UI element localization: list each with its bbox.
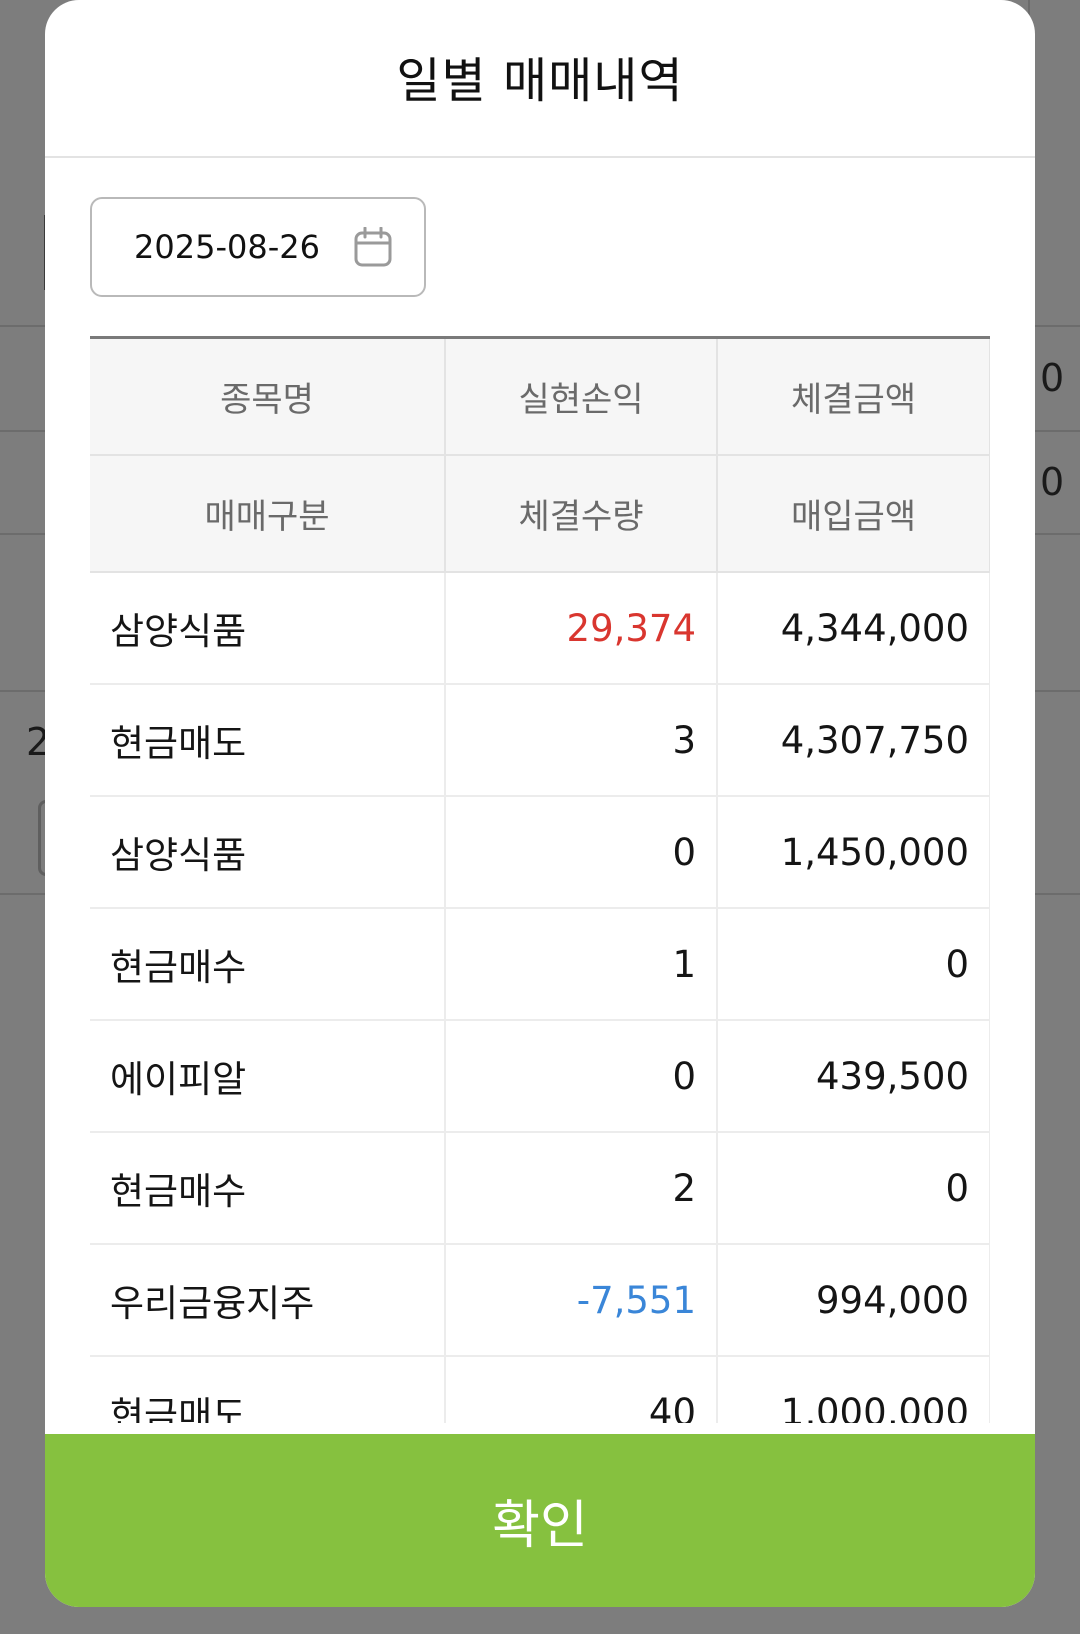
cell-name: 현금매도 [90,1355,446,1423]
trade-table: 종목명 실현손익 체결금액 매매구분 체결수량 매입금액 삼양식품 29,374 4… [90,336,990,1423]
table-row: 현금매도 40 1,000,000 [90,1355,990,1423]
cell-value: 29,374 [444,571,718,685]
cell-name: 삼양식품 [90,795,446,909]
modal-header: 일별 매매내역 [45,0,1035,158]
daily-trade-history-modal: 일별 매매내역 2025-08-26 종목명 실현손익 체결금액 매매구분 체결… [45,0,1035,1607]
cell-amount: 4,344,000 [716,571,990,685]
column-header: 체결수량 [444,454,718,573]
cell-value: 3 [444,683,718,797]
cell-value: 40 [444,1355,718,1423]
cell-amount: 0 [716,1131,990,1245]
cell-value: 1 [444,907,718,1021]
cell-value: 2 [444,1131,718,1245]
date-value: 2025-08-26 [134,228,320,266]
cell-name: 현금매수 [90,907,446,1021]
cell-value: -7,551 [444,1243,718,1357]
cell-amount: 994,000 [716,1243,990,1357]
date-picker-field[interactable]: 2025-08-26 [90,197,426,297]
table-header-row: 종목명 실현손익 체결금액 [90,336,990,456]
cell-name: 현금매도 [90,683,446,797]
table-row: 삼양식품 0 1,450,000 [90,795,990,909]
confirm-button[interactable]: 확인 [45,1434,1035,1607]
cell-amount: 1,450,000 [716,795,990,909]
bg-cell-value: 0 [1040,460,1065,504]
modal-title: 일별 매매내역 [396,53,684,109]
calendar-icon[interactable] [354,227,392,267]
column-header: 매입금액 [716,454,990,573]
cell-amount: 4,307,750 [716,683,990,797]
table-row: 현금매수 1 0 [90,907,990,1021]
bg-cell-value: 0 [1040,356,1065,400]
cell-name: 에이피알 [90,1019,446,1133]
cell-amount: 0 [716,907,990,1021]
cell-name: 삼양식품 [90,571,446,685]
column-header: 체결금액 [716,336,990,456]
table-row: 우리금융지주 -7,551 994,000 [90,1243,990,1357]
column-header: 종목명 [90,336,446,456]
cell-name: 우리금융지주 [90,1243,446,1357]
cell-value: 0 [444,1019,718,1133]
table-row: 현금매수 2 0 [90,1131,990,1245]
column-header: 실현손익 [444,336,718,456]
trade-table-scroll-area[interactable]: 종목명 실현손익 체결금액 매매구분 체결수량 매입금액 삼양식품 29,374 4… [90,336,990,1423]
cell-amount: 1,000,000 [716,1355,990,1423]
table-row: 에이피알 0 439,500 [90,1019,990,1133]
cell-value: 0 [444,795,718,909]
table-row: 현금매도 3 4,307,750 [90,683,990,797]
table-row: 삼양식품 29,374 4,344,000 [90,571,990,685]
cell-amount: 439,500 [716,1019,990,1133]
cell-name: 현금매수 [90,1131,446,1245]
column-header: 매매구분 [90,454,446,573]
table-header-row: 매매구분 체결수량 매입금액 [90,454,990,573]
